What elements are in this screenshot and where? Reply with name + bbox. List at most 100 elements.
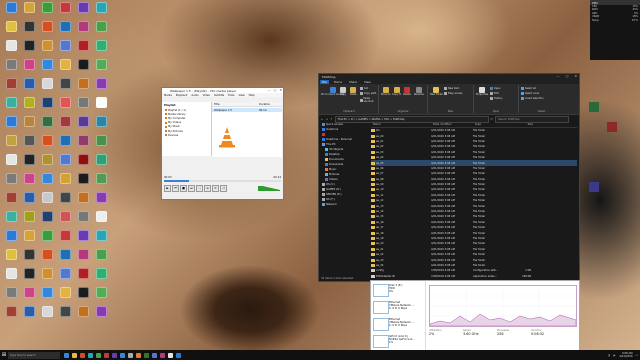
close-icon[interactable]: ✕ [279,88,282,92]
desktop-icon[interactable] [74,40,92,59]
desktop-icon[interactable] [2,2,20,21]
desktop-icon[interactable] [2,154,20,173]
vlc-menu-item[interactable]: View [238,94,244,97]
taskbar-app-button[interactable] [158,351,166,359]
desktop-icon[interactable] [92,173,110,192]
desktop-icon[interactable] [20,59,38,78]
desktop-icon[interactable] [2,173,20,192]
desktop-icon[interactable] [92,40,110,59]
vlc-playlist-row[interactable]: Wallpaper 1.5 00:14 [212,108,282,112]
history-button[interactable]: History [490,97,503,100]
taskbar-app-button[interactable] [70,351,78,359]
desktop-icon[interactable] [56,249,74,268]
vlc-sidebar-item[interactable]: Devices [162,133,211,137]
notification-icon[interactable]: ▭ [636,354,638,357]
desktop-icon[interactable] [20,135,38,154]
desktop-icon[interactable] [2,249,20,268]
rename-button[interactable]: Rename [414,87,424,96]
desktop-icon[interactable] [74,192,92,211]
desktop-icon[interactable] [92,2,110,21]
select-all-button[interactable]: Select all [521,87,536,90]
vlc-menu-item[interactable]: Tools [228,94,234,97]
vlc-menu-item[interactable]: Playback [176,94,188,97]
desktop-icon[interactable] [20,116,38,135]
desktop-icon[interactable] [2,59,20,78]
select-none-button[interactable]: Select none [521,92,539,95]
desktop-icon[interactable] [74,268,92,287]
perf-item[interactable]: GPU 0 (Link 0) NVIDIA GeForce G... 1% [373,333,425,349]
desktop-icon[interactable] [38,59,56,78]
previous-icon[interactable]: ⏮ [172,184,179,192]
desktop-icon[interactable] [74,97,92,116]
desktop-icon[interactable] [56,59,74,78]
desktop-icon[interactable] [92,135,110,154]
desktop-icon[interactable] [74,211,92,230]
desktop-icon[interactable] [589,102,599,112]
copy-path-button[interactable]: Copy path [360,92,376,95]
desktop-icon[interactable] [20,230,38,249]
desktop-icon[interactable] [92,21,110,40]
desktop-icon[interactable] [74,306,92,325]
desktop-icon[interactable] [38,40,56,59]
desktop-icon[interactable] [56,306,74,325]
network-icon[interactable]: ◔ [608,354,610,357]
desktop-icon[interactable] [56,211,74,230]
desktop-icon[interactable] [38,268,56,287]
taskbar-app-button[interactable] [166,351,174,359]
desktop-icon[interactable] [2,306,20,325]
desktop-icon[interactable] [74,21,92,40]
desktop-icon[interactable] [20,78,38,97]
copy-to-button[interactable]: Copy to [392,87,401,96]
desktop-icon[interactable] [20,154,38,173]
open-button[interactable]: Open [490,87,500,90]
desktop-icon[interactable] [38,116,56,135]
desktop-icon[interactable] [2,211,20,230]
refresh-icon[interactable]: ⟳ [491,117,494,121]
taskbar-app-button[interactable] [126,351,134,359]
desktop-icon[interactable] [38,192,56,211]
invert-selection-button[interactable]: Invert selection [521,97,544,100]
desktop-icon[interactable] [20,173,38,192]
desktop-icon[interactable] [56,192,74,211]
vlc-menu-item[interactable]: Video [203,94,210,97]
taskbar-app-button[interactable] [94,351,102,359]
taskbar-search[interactable]: Type here to search [8,351,60,359]
desktop-icon[interactable] [56,268,74,287]
vlc-title-bar[interactable]: Wallpaper 1.5 - (Playlist) - VLC media p… [162,88,283,93]
new-folder-button[interactable]: New folder [430,87,443,96]
taskbar-app-button[interactable] [86,351,94,359]
desktop-icon[interactable] [20,97,38,116]
desktop-icon[interactable] [20,287,38,306]
taskbar-app-button[interactable] [102,351,110,359]
desktop-icon[interactable] [74,287,92,306]
desktop-icon[interactable] [38,287,56,306]
desktop-icon[interactable] [38,154,56,173]
col-type[interactable]: Type [475,123,515,126]
maximize-icon[interactable]: ▢ [566,74,569,78]
task-manager-window[interactable]: Disk 3 (E:) HDD 0% Ethernet VMware Network .… [370,280,580,352]
back-arrow-icon[interactable]: ← [321,117,324,121]
desktop-icon[interactable] [20,268,38,287]
desktop-icon[interactable] [56,40,74,59]
perf-item[interactable]: Ethernet VMware Network ... S: 0 R: 0 Kbps [373,299,425,315]
forward-arrow-icon[interactable]: → [326,117,329,121]
desktop-icon[interactable] [2,116,20,135]
copy-button[interactable]: Copy [340,87,346,96]
desktop-icon[interactable] [2,97,20,116]
taskbar-app-button[interactable] [62,351,70,359]
taskbar-app-button[interactable] [134,351,142,359]
shuffle-icon[interactable]: ⤮ [220,184,227,192]
desktop-icon[interactable] [56,154,74,173]
desktop-icon[interactable] [92,211,110,230]
vlc-volume-slider[interactable] [258,186,280,191]
desktop-icon[interactable] [607,122,617,132]
taskbar-app-button[interactable] [150,351,158,359]
minimize-icon[interactable]: — [557,74,560,78]
desktop-icon[interactable] [2,21,20,40]
maximize-icon[interactable]: ▢ [274,88,277,92]
edit-button[interactable]: Edit [490,92,499,95]
up-arrow-icon[interactable]: ↑ [330,117,333,121]
desktop-icon[interactable] [92,287,110,306]
taskbar-app-button[interactable] [78,351,86,359]
vlc-menu-item[interactable]: Audio [191,94,198,97]
